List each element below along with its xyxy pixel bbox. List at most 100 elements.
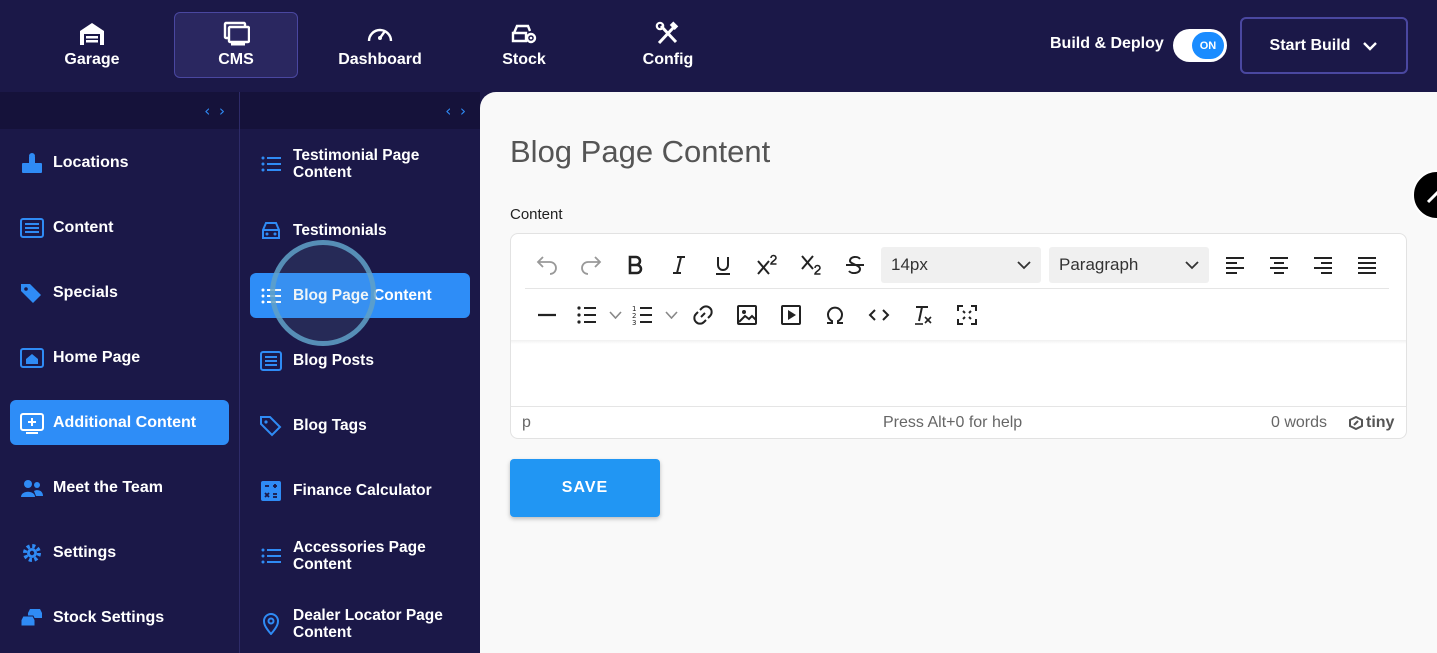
block-format-value: Paragraph — [1059, 255, 1139, 274]
floating-edit-button[interactable] — [1412, 170, 1437, 220]
nav-cms[interactable]: CMS — [174, 12, 298, 78]
subnav-item-testimonial-page-content[interactable]: Testimonial Page Content — [250, 141, 470, 186]
sidebar-item-label: Meet the Team — [53, 478, 163, 496]
subnav-item-blog-posts[interactable]: Blog Posts — [250, 338, 470, 383]
italic-button[interactable] — [657, 247, 701, 283]
sidebar-item-content[interactable]: Content — [10, 205, 229, 250]
link-icon — [693, 304, 713, 325]
redo-button[interactable] — [569, 247, 613, 283]
collapse-toggle-icon[interactable]: ‹ › — [204, 102, 227, 120]
nav-config[interactable]: Config — [606, 12, 730, 78]
sidebar-item-label: Stock Settings — [53, 608, 165, 626]
undo-button[interactable] — [525, 247, 569, 283]
editor-status-bar: p Press Alt+0 for help 0 words tiny — [511, 406, 1406, 438]
sidebar-collapse-bar: ‹ › — [0, 92, 239, 129]
chevron-down-icon — [1017, 260, 1031, 269]
align-left-button[interactable] — [1213, 247, 1257, 283]
special-character-button[interactable] — [813, 297, 857, 333]
block-format-select[interactable]: Paragraph — [1049, 247, 1209, 283]
numbered-list-icon: 123 — [632, 305, 652, 327]
bullet-list-split-button[interactable] — [569, 297, 625, 333]
element-path[interactable]: p — [522, 414, 531, 432]
build-deploy-toggle[interactable]: ON — [1173, 29, 1227, 62]
chevron-down-icon — [608, 310, 622, 319]
list-icon — [261, 156, 281, 171]
car-gear-icon — [511, 24, 537, 44]
numbered-list-options[interactable] — [661, 297, 681, 333]
horizontal-rule-button[interactable] — [525, 297, 569, 333]
subscript-icon — [801, 255, 821, 275]
align-right-icon — [1314, 257, 1332, 274]
nav-stock-label: Stock — [502, 51, 546, 68]
sidebar-item-additional-content[interactable]: Additional Content — [10, 400, 229, 445]
chevron-down-icon — [664, 310, 678, 319]
omega-icon — [827, 306, 843, 324]
subnav-item-blog-tags[interactable]: Blog Tags — [250, 403, 470, 448]
bullet-list-options[interactable] — [605, 297, 625, 333]
sidebar-item-label: Settings — [53, 543, 117, 561]
nav-stock[interactable]: Stock — [462, 12, 586, 78]
editor-content-area[interactable] — [511, 342, 1406, 406]
list-box-icon — [260, 350, 282, 371]
underline-button[interactable] — [701, 247, 745, 283]
sidebar-item-locations[interactable]: Locations — [10, 140, 229, 185]
subnav-item-label: Blog Tags — [293, 417, 367, 434]
image-button[interactable] — [725, 297, 769, 333]
sidebar-item-label: Locations — [53, 153, 129, 171]
font-size-select[interactable]: 14px — [881, 247, 1041, 283]
superscript-icon — [757, 254, 777, 275]
sidebar-item-stock-settings[interactable]: Stock Settings — [10, 595, 229, 640]
fullscreen-icon — [957, 304, 977, 325]
nav-garage[interactable]: Garage — [30, 12, 154, 78]
secondary-sidebar: ‹ › Testimonial Page Content Testimonial… — [240, 92, 480, 653]
content-field-label: Content — [510, 206, 563, 223]
bullet-list-button[interactable] — [569, 297, 605, 333]
redo-icon — [581, 256, 602, 275]
sidebar-item-home-page[interactable]: Home Page — [10, 335, 229, 380]
justify-button[interactable] — [1345, 247, 1389, 283]
subnav-item-testimonials[interactable]: Testimonials — [250, 208, 470, 253]
sidebar-item-label: Content — [53, 218, 114, 236]
home-box-icon — [20, 347, 44, 368]
word-count[interactable]: 0 words — [1271, 414, 1327, 432]
superscript-button[interactable] — [745, 247, 789, 283]
nav-dashboard[interactable]: Dashboard — [318, 12, 442, 78]
italic-icon — [673, 256, 685, 274]
source-code-button[interactable] — [857, 297, 901, 333]
calculator-icon — [261, 480, 281, 501]
editor-toolbar-row-2: 123 — [525, 291, 1389, 338]
media-button[interactable] — [769, 297, 813, 333]
subnav-item-accessories-page-content[interactable]: Accessories Page Content — [250, 533, 470, 578]
underline-icon — [716, 257, 730, 275]
page-title: Blog Page Content — [510, 134, 771, 169]
numbered-list-button[interactable]: 123 — [625, 297, 661, 333]
sidebar-item-specials[interactable]: Specials — [10, 270, 229, 315]
tiny-brand-link[interactable]: tiny — [1349, 414, 1394, 432]
subscript-button[interactable] — [789, 247, 833, 283]
start-build-button[interactable]: Start Build — [1240, 17, 1408, 74]
clear-formatting-button[interactable] — [901, 297, 945, 333]
subnav-item-dealer-locator-page-content[interactable]: Dealer Locator Page Content — [250, 601, 470, 646]
image-icon — [737, 304, 757, 325]
align-right-button[interactable] — [1301, 247, 1345, 283]
code-icon — [868, 308, 890, 321]
align-center-button[interactable] — [1257, 247, 1301, 283]
link-button[interactable] — [681, 297, 725, 333]
save-button[interactable]: SAVE — [510, 459, 660, 517]
svg-text:3: 3 — [632, 319, 636, 327]
sidebar-item-meet-the-team[interactable]: Meet the Team — [10, 465, 229, 510]
subnav-collapse-bar: ‹ › — [240, 92, 480, 129]
strikethrough-button[interactable] — [833, 247, 877, 283]
subnav-item-finance-calculator[interactable]: Finance Calculator — [250, 468, 470, 513]
numbered-list-split-button[interactable]: 123 — [625, 297, 681, 333]
build-deploy-label: Build & Deploy — [1050, 35, 1164, 52]
main-content: Blog Page Content Content 14px Paragraph — [480, 92, 1437, 653]
collapse-toggle-icon[interactable]: ‹ › — [445, 102, 468, 120]
subnav-item-blog-page-content[interactable]: Blog Page Content — [250, 273, 470, 318]
subnav-item-label: Dealer Locator Page Content — [293, 606, 443, 641]
bold-button[interactable] — [613, 247, 657, 283]
fullscreen-button[interactable] — [945, 297, 989, 333]
sidebar-item-settings[interactable]: Settings — [10, 530, 229, 575]
nav-dashboard-label: Dashboard — [338, 51, 422, 68]
list-icon — [261, 288, 281, 303]
